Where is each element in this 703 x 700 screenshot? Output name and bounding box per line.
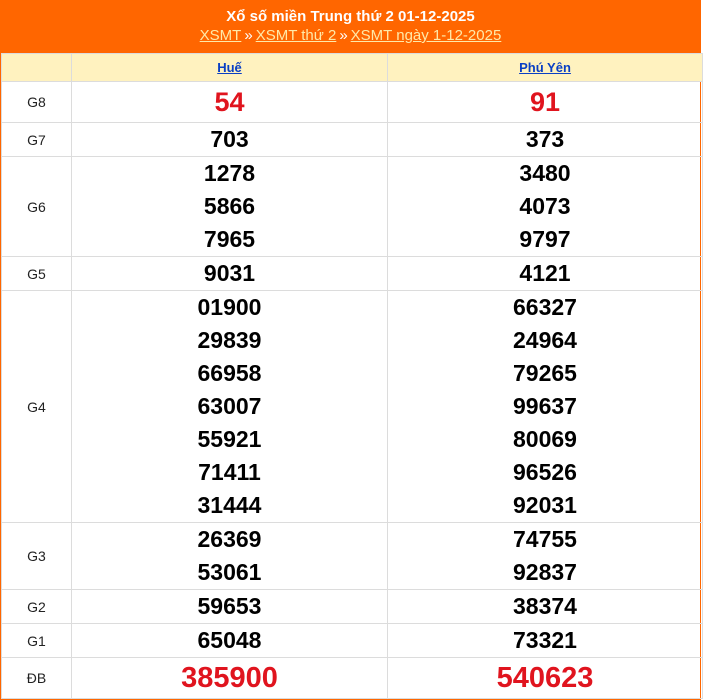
breadcrumb-xsmt-thu-2[interactable]: XSMT thứ 2: [256, 27, 337, 44]
prize-cell-phu-yen: 4121: [387, 256, 703, 291]
column-header-phu-yen: Phú Yên: [387, 53, 703, 82]
prize-cell-phu-yen: 540623: [387, 657, 703, 699]
breadcrumb: XSMT» XSMT thứ 2» XSMT ngày 1-12-2025: [1, 26, 700, 45]
prize-label: G4: [1, 290, 72, 523]
result-number: 92031: [513, 492, 577, 518]
result-number: 24964: [513, 327, 577, 353]
prize-cell-phu-yen: 74755 92837: [387, 522, 703, 590]
prize-row: G8 54 91: [1, 81, 703, 123]
results-header: Xổ số miền Trung thứ 2 01-12-2025 XSMT» X…: [1, 0, 700, 53]
prize-row: G2 59653 38374: [1, 589, 703, 624]
result-number: 53061: [197, 559, 262, 585]
prize-label: ĐB: [1, 657, 72, 699]
result-number: 79265: [513, 360, 577, 386]
result-number: 7965: [203, 226, 256, 252]
page-title: Xổ số miền Trung thứ 2 01-12-2025: [226, 8, 475, 25]
prize-row: G5 9031 4121: [1, 256, 703, 291]
prize-label: G8: [1, 81, 72, 123]
breadcrumb-xsmt-date[interactable]: XSMT ngày 1-12-2025: [351, 27, 502, 44]
result-number: 31444: [197, 492, 262, 518]
prize-label: G5: [1, 256, 72, 291]
prize-cell-phu-yen: 373: [387, 122, 703, 157]
header-corner: [1, 53, 72, 82]
prize-row: G7 703 373: [1, 122, 703, 157]
prize-cell-phu-yen: 38374: [387, 589, 703, 624]
result-number: 4073: [519, 193, 571, 219]
result-number: 373: [525, 126, 565, 152]
result-number: 3480: [519, 160, 571, 186]
prize-cell-phu-yen: 73321: [387, 623, 703, 658]
prize-label: G6: [1, 156, 72, 257]
result-number: 63007: [197, 393, 262, 419]
prize-cell-hue: 65048: [71, 623, 388, 658]
prize-row: G1 65048 73321: [1, 623, 703, 658]
result-number: 540623: [496, 662, 594, 694]
prize-row: ĐB 385900 540623: [1, 657, 703, 699]
results-panel: Xổ số miền Trung thứ 2 01-12-2025 XSMT» X…: [0, 0, 703, 700]
result-number: 71411: [198, 459, 261, 485]
result-number: 74755: [513, 526, 577, 552]
result-number: 38374: [513, 593, 577, 619]
prize-cell-hue: 26369 53061: [71, 522, 388, 590]
prize-cell-phu-yen: 66327 24964 79265 99637 80069 96526 92031: [387, 290, 703, 523]
result-number: 54: [214, 87, 245, 117]
results-table: Huế Phú Yên G8 54 91 G7 703 373 G6 1278 5866 7965…: [1, 53, 703, 699]
result-number: 26369: [197, 526, 262, 552]
result-number: 99637: [513, 393, 577, 419]
prize-label: G1: [1, 623, 72, 658]
result-number: 4121: [519, 260, 571, 286]
prize-label: G3: [1, 522, 72, 590]
prize-cell-hue: 1278 5866 7965: [71, 156, 388, 257]
prize-row: G4 01900 29839 66958 63007 55921 71411 31444 663…: [1, 290, 703, 523]
result-number: 59653: [197, 593, 262, 619]
prize-label: G2: [1, 589, 72, 624]
prize-row: G6 1278 5866 7965 3480 4073 9797: [1, 156, 703, 257]
table-header-row: Huế Phú Yên: [1, 53, 703, 82]
result-number: 385900: [181, 662, 278, 694]
result-number: 73321: [513, 627, 577, 653]
prize-row: G3 26369 53061 74755 92837: [1, 522, 703, 590]
prize-cell-hue: 385900: [71, 657, 388, 699]
result-number: 1278: [203, 160, 256, 186]
breadcrumb-separator: »: [244, 27, 253, 44]
prize-cell-phu-yen: 91: [387, 81, 703, 123]
result-number: 01900: [197, 294, 262, 320]
column-header-hue: Huế: [71, 53, 388, 82]
province-link-phu-yen[interactable]: Phú Yên: [519, 60, 571, 75]
result-number: 5866: [203, 193, 256, 219]
prize-cell-hue: 703: [71, 122, 388, 157]
result-number: 91: [529, 87, 561, 117]
result-number: 29839: [197, 327, 262, 353]
prize-cell-hue: 54: [71, 81, 388, 123]
prize-label: G7: [1, 122, 72, 157]
result-number: 65048: [197, 627, 262, 653]
breadcrumb-separator: »: [339, 27, 348, 44]
result-number: 92837: [513, 559, 577, 585]
prize-cell-hue: 59653: [71, 589, 388, 624]
result-number: 9031: [203, 260, 256, 286]
result-number: 66958: [197, 360, 262, 386]
result-number: 55921: [197, 426, 262, 452]
prize-cell-hue: 9031: [71, 256, 388, 291]
province-link-hue[interactable]: Huế: [217, 60, 242, 75]
prize-cell-hue: 01900 29839 66958 63007 55921 71411 31444: [71, 290, 388, 523]
result-number: 80069: [513, 426, 577, 452]
prize-rows: G8 54 91 G7 703 373 G6 1278 5866 7965 3480 4073 9797…: [1, 81, 703, 699]
result-number: 66327: [513, 294, 577, 320]
prize-cell-phu-yen: 3480 4073 9797: [387, 156, 703, 257]
result-number: 96526: [513, 459, 577, 485]
breadcrumb-xsmt[interactable]: XSMT: [200, 27, 242, 44]
result-number: 703: [210, 126, 249, 152]
result-number: 9797: [519, 226, 571, 252]
